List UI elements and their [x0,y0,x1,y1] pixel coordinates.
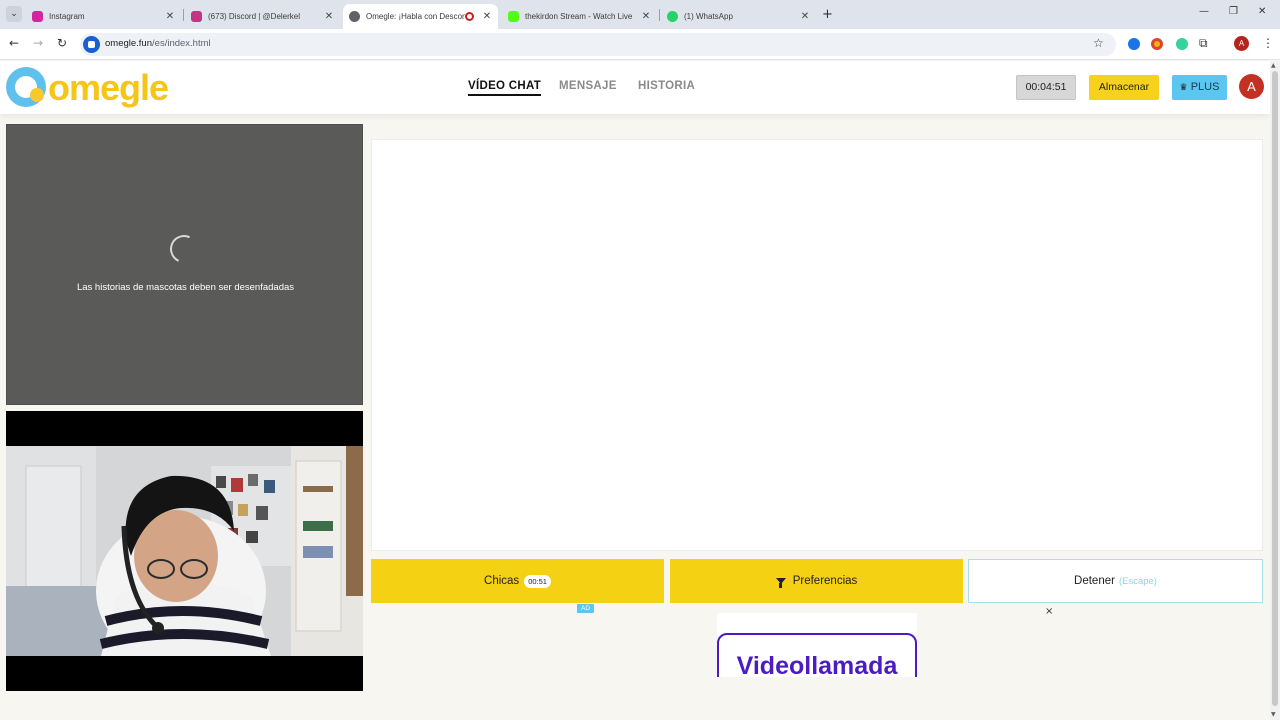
site-header: omegle VÍDEO CHAT MENSAJE HISTORIA 00:04… [0,61,1270,114]
self-video-panel [6,411,363,691]
crown-icon: ♛ [1179,83,1188,93]
browser-tab-instagram[interactable]: Instagram ✕ [26,4,181,29]
webcam-feed [6,446,363,656]
address-bar[interactable]: omegle.fun/es/index.html ☆ [80,33,1116,56]
session-timer: 00:04:51 [1016,75,1076,100]
tab-title: thekirdon Stream - Watch Live [525,12,633,21]
close-icon[interactable]: ✕ [163,11,177,22]
preferences-button[interactable]: Preferencias [670,559,963,603]
nav-historia[interactable]: HISTORIA [638,80,695,92]
browser-tab-strip: ⌄ Instagram ✕ (673) Discord | @Delerkel … [0,0,1280,29]
discord-icon [191,11,202,22]
browser-profile-avatar[interactable]: A [1234,36,1249,51]
preferences-label: Preferencias [792,575,858,587]
extension-icon[interactable] [1128,38,1140,50]
restore-icon[interactable]: ❐ [1229,6,1238,17]
close-icon[interactable]: ✕ [480,11,494,22]
forward-icon[interactable]: → [33,36,43,50]
tab-search-chevron-icon[interactable]: ⌄ [6,6,22,22]
bookmark-star-icon[interactable]: ☆ [1093,36,1104,50]
close-icon[interactable]: ✕ [798,11,812,22]
ad-badge: AD [577,604,594,613]
scroll-down-icon[interactable]: ▼ [1271,711,1276,718]
loading-spinner-icon [166,231,202,267]
back-icon[interactable]: ← [9,36,19,50]
browser-tab-discord[interactable]: (673) Discord | @Delerkel ✕ [185,4,340,29]
whatsapp-icon [667,11,678,22]
tab-title: Instagram [49,12,85,21]
chicas-timer-badge: 00:51 [524,574,551,588]
stop-shortcut-hint: (Escape) [1118,575,1157,587]
chicas-button[interactable]: Chicas 00:51 [371,559,664,603]
kick-icon [508,11,519,22]
nav-video-chat[interactable]: VÍDEO CHAT [468,80,542,96]
extension-icon[interactable] [1151,38,1163,50]
tab-title: (1) WhatsApp [684,12,733,21]
globe-icon [349,11,360,22]
webcam-image [6,446,363,656]
stranger-status-message: Las historias de mascotas deben ser dese… [76,282,295,293]
tab-title: Omegle: ¡Habla con Descon [366,12,465,21]
extension-icon[interactable] [1176,38,1188,50]
ad-close-icon[interactable]: × [1045,606,1053,617]
ad-banner[interactable]: Videollamada [717,613,917,677]
site-info-icon[interactable] [83,36,100,53]
instagram-icon [32,11,43,22]
plus-button[interactable]: ♛ PLUS [1172,75,1227,100]
recording-icon [465,12,474,21]
logo-bubble-icon [6,67,46,107]
ad-card: Videollamada [717,633,917,677]
tab-separator [659,9,660,21]
stranger-video-panel: Las historias de mascotas deben ser dese… [6,124,363,405]
ad-text: Videollamada [736,652,898,677]
tab-separator [183,9,184,21]
window-close-icon[interactable]: ✕ [1258,6,1266,17]
minimize-icon[interactable]: — [1199,6,1209,17]
close-icon[interactable]: ✕ [322,11,336,22]
scroll-up-icon[interactable]: ▲ [1271,62,1276,69]
browser-tab-kick[interactable]: thekirdon Stream - Watch Live ✕ [502,4,657,29]
page-scrollbar[interactable]: ▲ ▼ [1270,61,1280,720]
chat-area[interactable] [371,139,1263,551]
browser-tab-whatsapp[interactable]: (1) WhatsApp ✕ [661,4,816,29]
chicas-label: Chicas [484,575,520,587]
stop-label: Detener [1074,575,1115,587]
extensions-puzzle-icon[interactable]: ⧉ [1199,36,1208,51]
stop-button[interactable]: Detener (Escape) [968,559,1263,603]
browser-toolbar: ← → ↻ omegle.fun/es/index.html ☆ ⧉ A ⋮ [0,29,1280,60]
store-button[interactable]: Almacenar [1089,75,1159,100]
nav-mensaje[interactable]: MENSAJE [559,80,617,92]
reload-icon[interactable]: ↻ [57,36,67,50]
user-avatar[interactable]: A [1239,74,1264,99]
tab-title: (673) Discord | @Delerkel [208,12,301,21]
scrollbar-thumb[interactable] [1272,71,1278,706]
omegle-logo[interactable]: omegle [6,66,169,110]
browser-tab-omegle[interactable]: Omegle: ¡Habla con Descon ✕ [343,4,498,29]
url-text: omegle.fun/es/index.html [105,38,211,49]
filter-icon [775,578,786,588]
plus-label: PLUS [1190,81,1220,93]
close-icon[interactable]: ✕ [639,11,653,22]
new-tab-icon[interactable]: + [822,7,833,22]
browser-menu-icon[interactable]: ⋮ [1262,36,1274,50]
logo-text: omegle [48,67,169,108]
